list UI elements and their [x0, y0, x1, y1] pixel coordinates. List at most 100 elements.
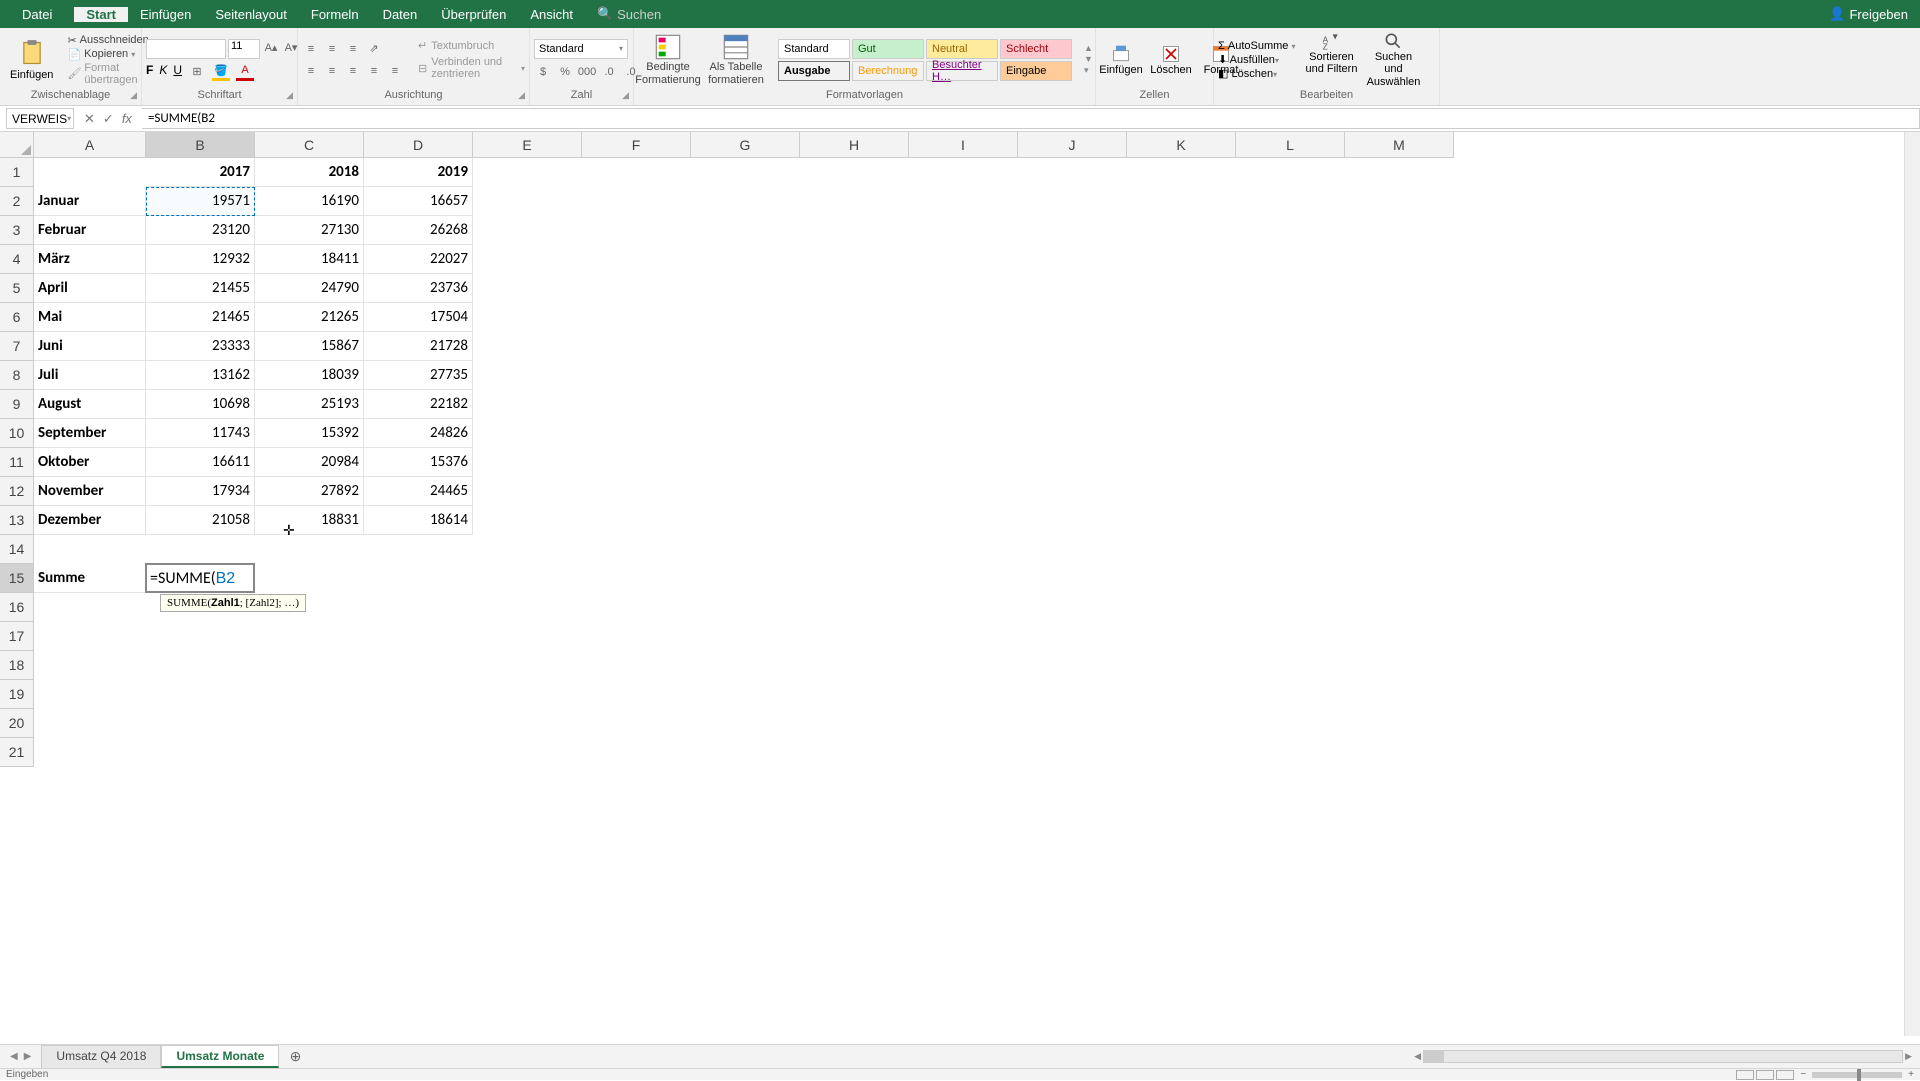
page-break-view-icon[interactable] — [1776, 1070, 1794, 1080]
cell-D4[interactable]: 22027 — [364, 245, 473, 274]
cell-D1[interactable]: 2019 — [364, 158, 473, 187]
column-header-M[interactable]: M — [1345, 132, 1454, 158]
cancel-formula-icon[interactable]: ✕ — [84, 111, 95, 127]
column-header-K[interactable]: K — [1127, 132, 1236, 158]
style-neutral[interactable]: Neutral — [926, 39, 998, 59]
align-top-icon[interactable]: ≡ — [302, 40, 320, 58]
cell-C12[interactable]: 27892 — [255, 477, 364, 506]
cut-button[interactable]: ✂Ausschneiden — [67, 34, 148, 47]
cell-B1[interactable]: 2017 — [146, 158, 255, 187]
cell-A3[interactable]: Februar — [34, 216, 146, 245]
active-cell-editor[interactable]: =SUMME(B2 — [145, 563, 255, 593]
cell-D8[interactable]: 27735 — [364, 361, 473, 390]
select-all-corner[interactable] — [0, 132, 34, 158]
cell-B9[interactable]: 10698 — [146, 390, 255, 419]
increase-decimals-icon[interactable]: .0 — [600, 63, 618, 81]
cell-B4[interactable]: 12932 — [146, 245, 255, 274]
font-launcher-icon[interactable]: ◢ — [286, 90, 293, 101]
row-header-4[interactable]: 4 — [0, 245, 34, 274]
cell-B3[interactable]: 23120 — [146, 216, 255, 245]
bold-button[interactable]: F — [146, 63, 153, 81]
sort-filter-button[interactable]: AZ Sortieren und Filtern — [1303, 31, 1359, 87]
cell-D3[interactable]: 26268 — [364, 216, 473, 245]
cell-C8[interactable]: 18039 — [255, 361, 364, 390]
cell-C2[interactable]: 16190 — [255, 187, 364, 216]
style-up-icon[interactable]: ▲ — [1084, 43, 1093, 53]
cell-A11[interactable]: Oktober — [34, 448, 146, 477]
cell-D5[interactable]: 23736 — [364, 274, 473, 303]
sheet-nav-prev-icon[interactable]: ◀ — [10, 1051, 18, 1062]
name-box[interactable]: VERWEIS ▾ — [6, 108, 74, 129]
tab-ansicht[interactable]: Ansicht — [518, 7, 585, 22]
row-header-18[interactable]: 18 — [0, 651, 34, 680]
tab-überprüfen[interactable]: Überprüfen — [429, 7, 518, 22]
delete-cells-button[interactable]: Löschen — [1150, 44, 1192, 76]
row-header-9[interactable]: 9 — [0, 390, 34, 419]
page-layout-view-icon[interactable] — [1756, 1070, 1774, 1080]
cell-C4[interactable]: 18411 — [255, 245, 364, 274]
autosum-button[interactable]: Σ AutoSumme ▾ — [1218, 40, 1295, 52]
thousands-icon[interactable]: 000 — [578, 63, 596, 81]
orientation-icon[interactable]: ⇗ — [365, 40, 383, 58]
insert-cells-button[interactable]: Einfügen — [1100, 44, 1142, 76]
increase-font-icon[interactable]: A▴ — [262, 39, 280, 57]
row-header-11[interactable]: 11 — [0, 448, 34, 477]
style-bad[interactable]: Schlecht — [1000, 39, 1072, 59]
borders-icon[interactable]: ⊞ — [188, 63, 206, 81]
row-header-12[interactable]: 12 — [0, 477, 34, 506]
cell-B6[interactable]: 21465 — [146, 303, 255, 332]
row-header-3[interactable]: 3 — [0, 216, 34, 245]
align-left-icon[interactable]: ≡ — [302, 62, 320, 80]
row-header-16[interactable]: 16 — [0, 593, 34, 622]
row-header-14[interactable]: 14 — [0, 535, 34, 564]
column-header-L[interactable]: L — [1236, 132, 1345, 158]
style-calc[interactable]: Berechnung — [852, 61, 924, 81]
tab-daten[interactable]: Daten — [371, 7, 430, 22]
cells-area[interactable]: 201720182019Januar195711619016657Februar… — [34, 158, 1904, 1036]
style-output[interactable]: Ausgabe — [778, 61, 850, 81]
cell-A10[interactable]: September — [34, 419, 146, 448]
cell-A2[interactable]: Januar — [34, 187, 146, 216]
zoom-out-icon[interactable]: − — [1800, 1069, 1806, 1080]
clipboard-launcher-icon[interactable]: ◢ — [130, 90, 137, 101]
cell-C13[interactable]: 18831 — [255, 506, 364, 535]
format-as-table-button[interactable]: Als Tabelle formatieren — [706, 33, 766, 85]
column-header-E[interactable]: E — [473, 132, 582, 158]
cell-A4[interactable]: März — [34, 245, 146, 274]
share-button[interactable]: 👤 Freigeben — [1829, 6, 1908, 22]
cell-C5[interactable]: 24790 — [255, 274, 364, 303]
cell-D11[interactable]: 15376 — [364, 448, 473, 477]
font-size-dropdown[interactable]: 11 — [228, 39, 260, 59]
cell-D6[interactable]: 17504 — [364, 303, 473, 332]
copy-button[interactable]: 📄Kopieren▾ — [67, 48, 148, 61]
cell-C11[interactable]: 20984 — [255, 448, 364, 477]
accounting-icon[interactable]: $ — [534, 63, 552, 81]
tab-einfügen[interactable]: Einfügen — [128, 7, 203, 22]
column-header-D[interactable]: D — [364, 132, 473, 158]
hscroll-left-icon[interactable]: ◀ — [1414, 1051, 1421, 1062]
increase-indent-icon[interactable]: ≡ — [386, 62, 404, 80]
row-header-1[interactable]: 1 — [0, 158, 34, 187]
cell-A6[interactable]: Mai — [34, 303, 146, 332]
font-color-icon[interactable]: A — [236, 63, 254, 81]
underline-button[interactable]: U — [173, 63, 182, 81]
fill-button[interactable]: ⬇ Ausfüllen▾ — [1218, 53, 1295, 66]
decrease-indent-icon[interactable]: ≡ — [365, 62, 383, 80]
column-header-G[interactable]: G — [691, 132, 800, 158]
row-header-13[interactable]: 13 — [0, 506, 34, 535]
style-normal[interactable]: Standard — [778, 39, 850, 59]
row-header-7[interactable]: 7 — [0, 332, 34, 361]
cell-D10[interactable]: 24826 — [364, 419, 473, 448]
cell-C1[interactable]: 2018 — [255, 158, 364, 187]
vertical-scrollbar[interactable] — [1904, 132, 1920, 1036]
column-header-J[interactable]: J — [1018, 132, 1127, 158]
cell-A12[interactable]: November — [34, 477, 146, 506]
horizontal-scrollbar[interactable] — [1423, 1050, 1903, 1063]
number-launcher-icon[interactable]: ◢ — [622, 90, 629, 101]
sheet-nav-next-icon[interactable]: ▶ — [24, 1051, 32, 1062]
clear-button[interactable]: ◧ Löschen▾ — [1218, 67, 1295, 80]
tell-me-search[interactable]: 🔍 Suchen — [585, 6, 673, 22]
row-header-2[interactable]: 2 — [0, 187, 34, 216]
row-header-5[interactable]: 5 — [0, 274, 34, 303]
style-down-icon[interactable]: ▼ — [1084, 54, 1093, 64]
